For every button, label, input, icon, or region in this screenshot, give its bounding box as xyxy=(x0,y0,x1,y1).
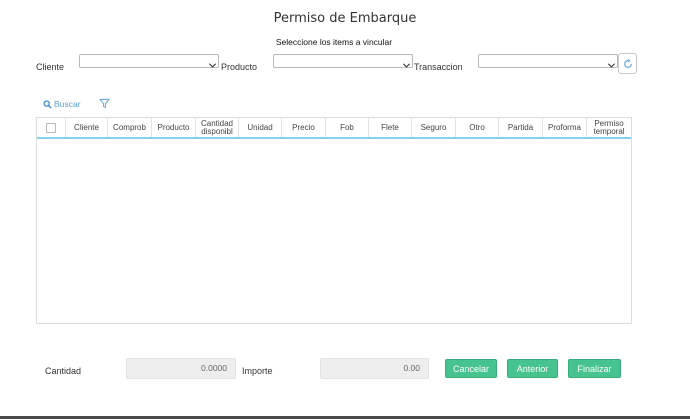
column-header-seguro[interactable]: Seguro xyxy=(412,118,456,137)
finish-button[interactable]: Finalizar xyxy=(568,359,621,378)
items-grid: Cliente Comprob Producto Cantidad dispon… xyxy=(36,117,632,324)
cantidad-label: Cantidad xyxy=(45,366,82,376)
grid-body xyxy=(37,141,631,323)
chevron-down-icon xyxy=(607,63,616,68)
column-header-proforma[interactable]: Proforma xyxy=(543,118,587,137)
grid-header: Cliente Comprob Producto Cantidad dispon… xyxy=(37,118,631,139)
cliente-select[interactable] xyxy=(79,54,219,68)
column-header-comprob[interactable]: Comprob xyxy=(108,118,152,137)
column-header-unidad[interactable]: Unidad xyxy=(239,118,282,137)
column-header-permiso-temporal[interactable]: Permiso temporal xyxy=(587,118,631,137)
column-header-fob[interactable]: Fob xyxy=(326,118,369,137)
column-header-cantidad[interactable]: Cantidad disponibl xyxy=(196,118,239,137)
chevron-down-icon xyxy=(208,63,217,68)
previous-button[interactable]: Anterior xyxy=(507,359,558,378)
producto-label: Producto xyxy=(221,62,258,72)
dialog-title: Permiso de Embarque xyxy=(273,11,417,26)
cantidad-field: 0.0000 xyxy=(126,358,236,379)
search-icon xyxy=(43,99,52,109)
select-all-checkbox[interactable] xyxy=(46,122,56,133)
column-header-producto[interactable]: Producto xyxy=(152,118,196,137)
refresh-icon xyxy=(623,58,632,68)
filter-icon[interactable] xyxy=(99,98,110,109)
transaccion-select[interactable] xyxy=(478,54,618,68)
transaccion-label: Transaccion xyxy=(414,62,463,72)
cancel-button[interactable]: Cancelar xyxy=(445,359,497,378)
column-header-cliente[interactable]: Cliente xyxy=(66,118,108,137)
refresh-button[interactable] xyxy=(618,53,637,74)
column-header-otro[interactable]: Otro xyxy=(456,118,499,137)
search-button-label: Buscar xyxy=(54,99,81,109)
select-all-cell xyxy=(37,118,66,137)
column-header-flete[interactable]: Flete xyxy=(369,118,412,137)
importe-label: Importe xyxy=(242,366,273,376)
chevron-down-icon xyxy=(402,63,411,68)
column-header-precio[interactable]: Precio xyxy=(282,118,326,137)
dialog-subtitle: Seleccione los items a vincular xyxy=(275,37,393,47)
importe-field: 0.00 xyxy=(320,358,429,379)
producto-select[interactable] xyxy=(273,54,413,68)
cliente-label: Cliente xyxy=(36,62,65,72)
column-header-partida[interactable]: Partida xyxy=(499,118,543,137)
search-button[interactable]: Buscar xyxy=(43,99,80,109)
